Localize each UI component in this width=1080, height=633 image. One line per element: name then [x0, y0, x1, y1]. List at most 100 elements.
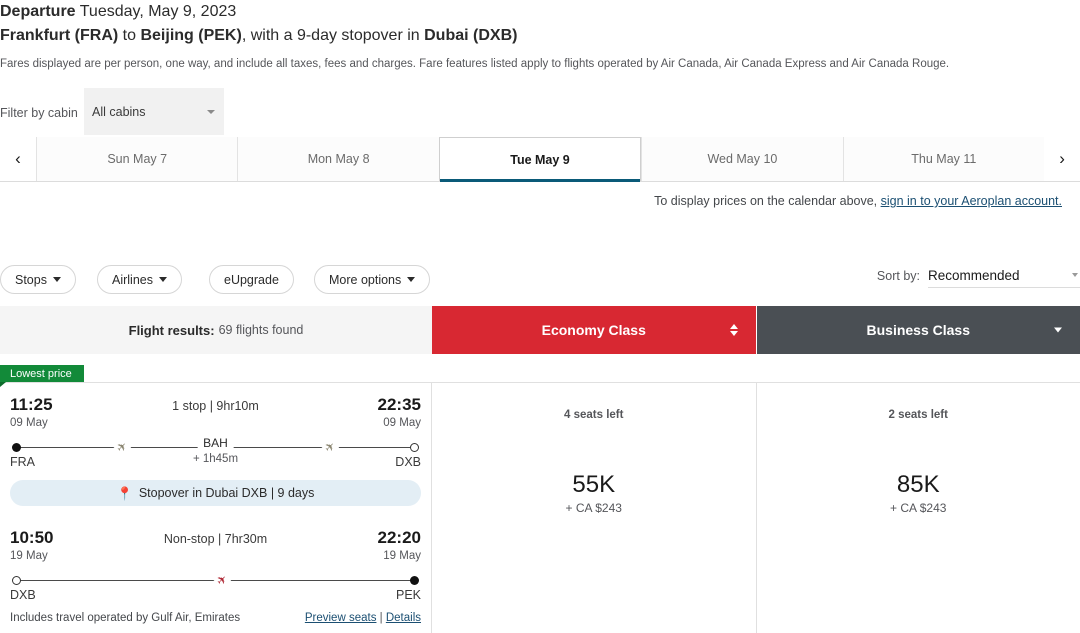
origin-airport: Frankfurt (FRA) — [0, 27, 119, 44]
segment-2-arrival: 22:20 19 May — [378, 528, 421, 564]
segment-1-depart-date: 09 May — [10, 417, 48, 429]
flight-card-footer: Includes travel operated by Gulf Air, Em… — [10, 612, 421, 624]
date-tab-thu-may-11[interactable]: Thu May 11 — [842, 137, 1045, 181]
signin-prompt-text: To display prices on the calendar above, — [654, 194, 881, 208]
cabin-filter-value: All cabins — [92, 104, 146, 119]
eupgrade-filter-button[interactable]: eUpgrade — [209, 265, 294, 294]
more-options-label: More options — [329, 272, 402, 287]
destination-airport: Beijing (PEK) — [140, 27, 242, 44]
business-seats-left: 2 seats left — [888, 409, 948, 421]
chevron-down-icon[interactable] — [1054, 327, 1062, 333]
next-dates-arrow[interactable]: › — [1044, 137, 1080, 181]
segment-1-arrive-time: 22:35 — [377, 395, 421, 414]
filter-pill-row: Stops Airlines eUpgrade More options Sor… — [0, 265, 1080, 295]
segment-2-destination-code: PEK — [395, 588, 421, 602]
itinerary-details: 11:25 09 May 1 stop | 9hr10m 22:35 09 Ma… — [0, 383, 432, 633]
segment-1-duration: 1 stop | 9hr10m — [172, 399, 259, 413]
economy-points: 55K — [572, 471, 616, 498]
departure-line: Departure Tuesday, May 9, 2023 — [0, 0, 1080, 23]
segment-2-origin-code: DXB — [10, 588, 36, 602]
date-tab-mon-may-8[interactable]: Mon May 8 — [237, 137, 439, 181]
flight-results-value: 69 flights found — [218, 323, 304, 337]
sort-by-select[interactable]: Recommended — [928, 268, 1080, 288]
segment-1-layover: + 1h45m — [192, 453, 239, 465]
flight-results-label: Flight results: — [128, 322, 215, 338]
stopover-phrase: , with a 9-day stopover in — [241, 27, 425, 44]
segment-1-arrive-date: 09 May — [383, 417, 421, 429]
sort-by-label: Sort by: — [876, 269, 920, 283]
flight-segment-2: 10:50 19 May Non-stop | 7hr30m 22:20 19 … — [10, 520, 421, 602]
business-price-cell[interactable]: 2 seats left 85K + CA $243 — [757, 383, 1080, 633]
lowest-price-badge: Lowest price — [0, 365, 84, 382]
economy-cash: + CA $243 — [565, 501, 622, 515]
route-destination-dot — [410, 443, 419, 452]
sort-by-control: Sort by: Recommended — [877, 268, 1080, 288]
date-tab-wed-may-10[interactable]: Wed May 10 — [641, 137, 843, 181]
stops-filter-label: Stops — [15, 272, 47, 287]
chevron-down-icon — [1072, 273, 1078, 277]
stopover-city: Dubai (DXB) — [424, 27, 518, 44]
operated-by-text: Includes travel operated by Gulf Air, Em… — [10, 612, 241, 624]
segment-2-route-line: ✈ — [12, 570, 419, 590]
business-class-label: Business Class — [866, 322, 971, 338]
chevron-down-icon — [159, 277, 167, 282]
business-points: 85K — [896, 471, 940, 498]
flight-segment-1: 11:25 09 May 1 stop | 9hr10m 22:35 09 Ma… — [10, 387, 421, 469]
card-footer-links: Preview seats | Details — [305, 612, 421, 624]
chevron-down-icon — [407, 277, 416, 282]
sort-by-value: Recommended — [928, 268, 1020, 283]
date-tab-sun-may-7[interactable]: Sun May 7 — [36, 137, 238, 181]
stopover-banner-label: Stopover in Dubai DXB | 9 days — [138, 486, 315, 500]
cabin-filter-select[interactable]: All cabins — [84, 88, 224, 135]
signin-prompt: To display prices on the calendar above,… — [654, 194, 1062, 208]
search-summary-header: Departure Tuesday, May 9, 2023 Frankfurt… — [0, 0, 1080, 72]
results-header-bar: Flight results: 69 flights found Economy… — [0, 306, 1080, 354]
segment-2-arrive-date: 19 May — [383, 550, 421, 562]
preview-seats-link[interactable]: Preview seats — [305, 612, 377, 624]
fare-disclaimer: Fares displayed are per person, one way,… — [0, 58, 950, 70]
departure-date: Tuesday, May 9, 2023 — [79, 3, 237, 20]
lowest-price-badge-label: Lowest price — [10, 367, 72, 380]
segment-1-stop-code: BAH — [197, 436, 234, 450]
economy-price-cell[interactable]: 4 seats left 55K + CA $243 — [432, 383, 757, 633]
sort-updown-icon[interactable] — [729, 324, 738, 336]
flight-search-page: Departure Tuesday, May 9, 2023 Frankfurt… — [0, 0, 1080, 633]
more-options-button[interactable]: More options — [314, 265, 431, 294]
segment-2-arrive-time: 22:20 — [377, 528, 421, 547]
route-origin-dot — [12, 576, 21, 585]
date-tab-strip: ‹ Sun May 7 Mon May 8 Tue May 9 Wed May … — [0, 137, 1080, 182]
segment-2-duration: Non-stop | 7hr30m — [163, 532, 268, 546]
map-pin-icon: 📍 — [116, 485, 133, 501]
date-tab-tue-may-9[interactable]: Tue May 9 — [438, 137, 642, 182]
details-link[interactable]: Details — [386, 612, 421, 624]
economy-seats-left: 4 seats left — [564, 409, 624, 421]
route-destination-dot — [410, 576, 419, 585]
cabin-filter-label: Filter by cabin — [0, 106, 78, 120]
stopover-banner: 📍 Stopover in Dubai DXB | 9 days — [10, 480, 421, 506]
chevron-down-icon — [52, 277, 61, 282]
route-line: Frankfurt (FRA) to Beijing (PEK), with a… — [0, 23, 1080, 48]
economy-class-column-header[interactable]: Economy Class — [432, 306, 756, 354]
stops-filter-button[interactable]: Stops — [0, 265, 76, 294]
airlines-filter-button[interactable]: Airlines — [97, 265, 182, 294]
eupgrade-filter-label: eUpgrade — [224, 272, 279, 287]
business-class-column-header[interactable]: Business Class — [755, 306, 1080, 354]
segment-2-depart-date: 19 May — [10, 550, 48, 562]
links-separator: | — [376, 612, 386, 624]
to-word: to — [122, 27, 137, 44]
badge-fold-decoration — [0, 382, 6, 387]
departure-label: Departure — [0, 3, 76, 20]
flight-result-row: 11:25 09 May 1 stop | 9hr10m 22:35 09 Ma… — [0, 382, 1080, 633]
segment-1-destination-code: DXB — [395, 455, 421, 469]
airlines-filter-label: Airlines — [112, 272, 153, 287]
business-cash: + CA $243 — [890, 501, 947, 515]
route-origin-dot — [12, 443, 21, 452]
flight-results-count: Flight results: 69 flights found — [0, 306, 432, 354]
economy-class-label: Economy Class — [541, 322, 646, 338]
airplane-icon: ✈ — [212, 570, 232, 590]
chevron-down-icon — [207, 109, 215, 114]
signin-link[interactable]: sign in to your Aeroplan account. — [881, 194, 1062, 208]
prev-dates-arrow[interactable]: ‹ — [0, 137, 36, 181]
segment-1-route-line: ✈ BAH ✈ — [12, 436, 419, 457]
segment-1-arrival: 22:35 09 May — [378, 395, 421, 431]
